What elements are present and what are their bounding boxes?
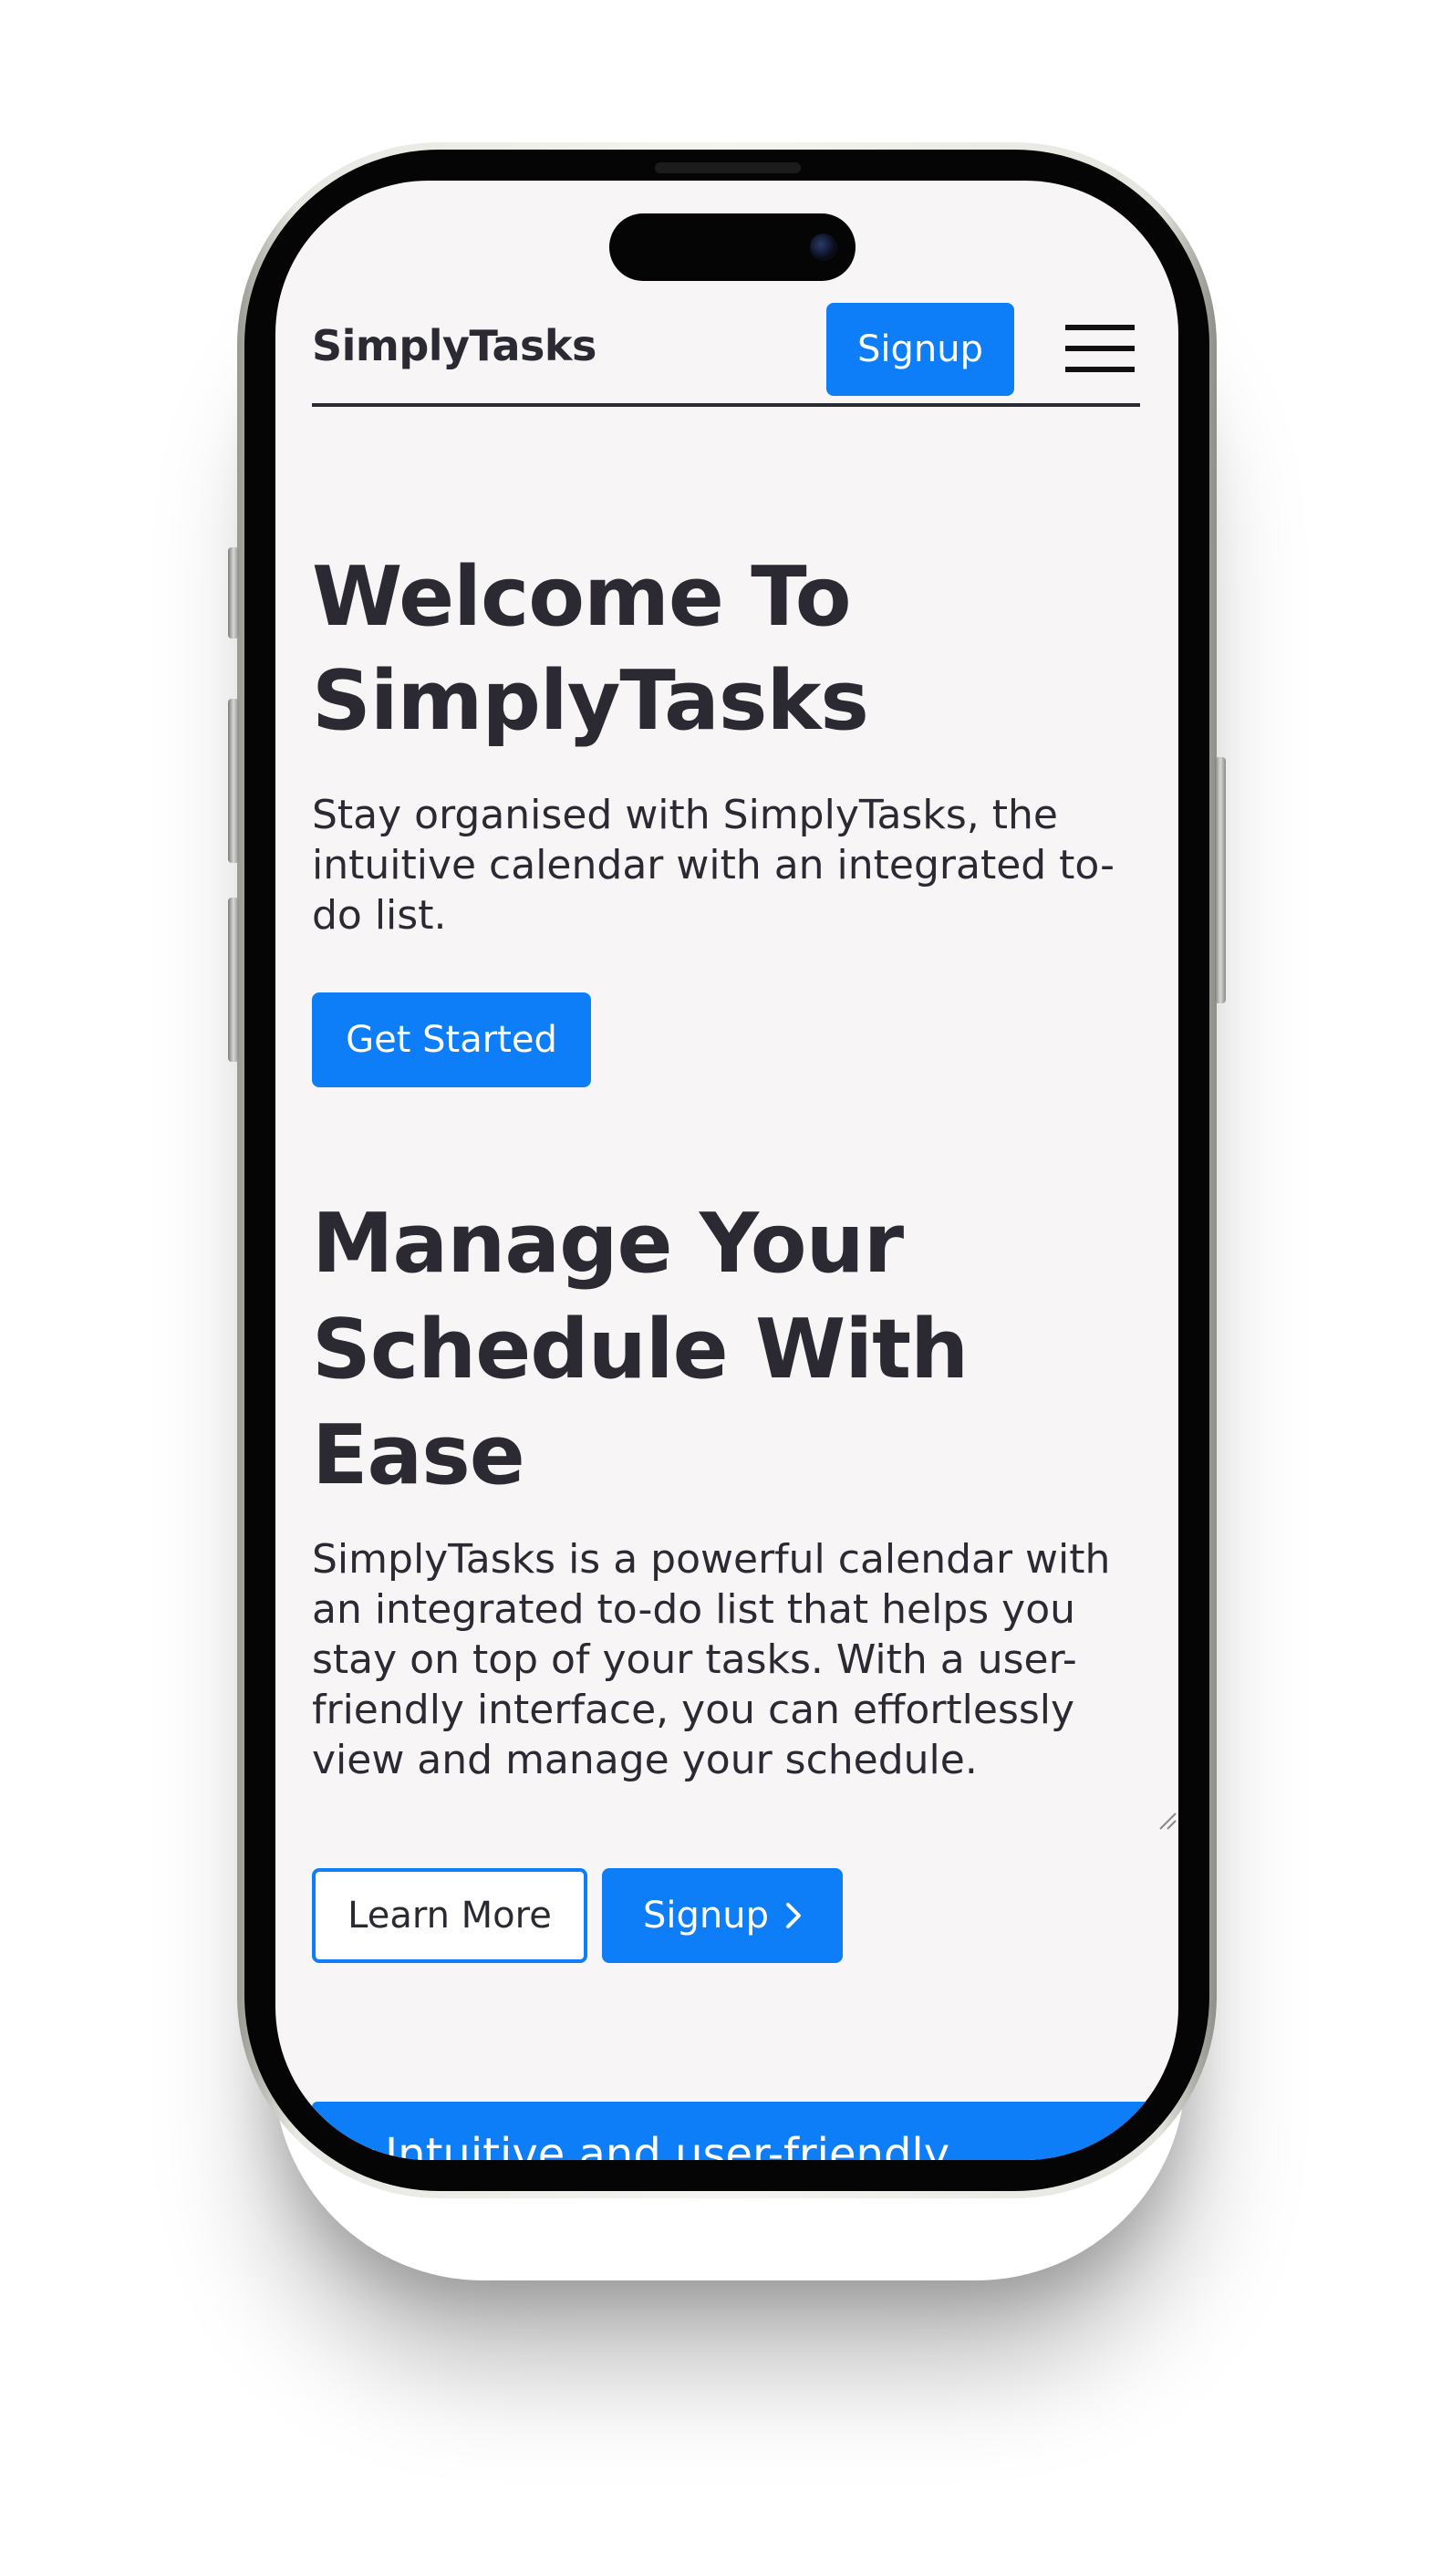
- nav-signup-button[interactable]: Signup: [826, 303, 1014, 396]
- action-button: [228, 547, 239, 639]
- accordion-header[interactable]: Intuitive and user-friendly: [312, 2102, 1160, 2160]
- feature-signup-label: Signup: [643, 1895, 769, 1937]
- caret-down-icon: [356, 2149, 374, 2160]
- hero-description: Stay organised with SimplyTasks, the int…: [312, 792, 1115, 939]
- volume-down-button: [228, 898, 239, 1062]
- phone-screen: SimplyTasks Signup Welcome To SimplyTask…: [275, 181, 1178, 2160]
- feature-signup-button[interactable]: Signup: [602, 1868, 843, 1963]
- dynamic-island: [609, 213, 856, 281]
- resize-handle-icon[interactable]: [1156, 1810, 1177, 1830]
- brand-logo[interactable]: SimplyTasks: [312, 321, 596, 370]
- volume-up-button: [228, 699, 239, 863]
- earpiece-speaker: [655, 162, 801, 173]
- navbar: SimplyTasks Signup: [312, 303, 1140, 407]
- hamburger-menu-icon[interactable]: [1065, 325, 1135, 374]
- camera-icon: [810, 234, 837, 261]
- accordion-label: Intuitive and user-friendly: [385, 2129, 950, 2160]
- feature-description: SimplyTasks is a powerful calendar with …: [312, 1536, 1111, 1783]
- hero-title: Welcome To SimplyTasks: [312, 549, 869, 749]
- feature-title: Manage Your Schedule With Ease: [312, 1196, 969, 1503]
- chevron-right-icon: [786, 1903, 801, 1928]
- learn-more-button[interactable]: Learn More: [312, 1868, 587, 1963]
- get-started-button[interactable]: Get Started: [312, 992, 591, 1087]
- power-button: [1215, 757, 1226, 1003]
